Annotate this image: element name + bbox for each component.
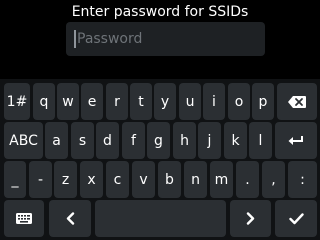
- keyboard-icon: [16, 213, 32, 224]
- key-y[interactable]: y: [154, 83, 176, 120]
- enter-icon: [288, 135, 303, 145]
- key-hyphen[interactable]: -: [29, 161, 52, 198]
- key-r[interactable]: r: [106, 83, 128, 120]
- chevron-right-icon: [246, 212, 255, 225]
- chevron-left-icon: [66, 212, 74, 225]
- key-w[interactable]: w: [57, 83, 79, 120]
- key-cursor-right[interactable]: [230, 200, 271, 237]
- key-f[interactable]: f: [122, 122, 145, 159]
- backspace-icon: [288, 95, 306, 108]
- key-space[interactable]: [95, 200, 226, 237]
- key-p[interactable]: p: [252, 83, 274, 120]
- on-screen-keyboard: 1# q w e r t y u i o p ABC a s d f g h j…: [0, 79, 320, 240]
- key-u[interactable]: u: [179, 83, 201, 120]
- key-l[interactable]: l: [249, 122, 272, 159]
- password-placeholder: Password: [77, 31, 143, 47]
- key-mode-letters[interactable]: ABC: [4, 122, 43, 159]
- key-confirm[interactable]: [275, 200, 317, 237]
- key-backspace[interactable]: [277, 83, 317, 120]
- key-q[interactable]: q: [33, 83, 55, 120]
- key-c[interactable]: c: [106, 161, 129, 198]
- key-z[interactable]: z: [54, 161, 77, 198]
- key-cursor-left[interactable]: [49, 200, 91, 237]
- key-h[interactable]: h: [173, 122, 196, 159]
- key-colon[interactable]: :: [288, 161, 317, 198]
- key-e[interactable]: e: [81, 83, 103, 120]
- key-m[interactable]: m: [210, 161, 233, 198]
- page-title: Enter password for SSIDs: [71, 4, 249, 20]
- key-a[interactable]: a: [45, 122, 68, 159]
- key-d[interactable]: d: [96, 122, 119, 159]
- key-i[interactable]: i: [203, 83, 225, 120]
- password-input[interactable]: Password: [66, 22, 265, 56]
- key-period[interactable]: .: [236, 161, 259, 198]
- key-g[interactable]: g: [147, 122, 170, 159]
- key-mode-numbers[interactable]: 1#: [4, 83, 30, 120]
- text-cursor: [74, 30, 76, 48]
- key-s[interactable]: s: [71, 122, 94, 159]
- key-t[interactable]: t: [130, 83, 152, 120]
- checkmark-icon: [288, 212, 304, 224]
- key-b[interactable]: b: [158, 161, 181, 198]
- key-v[interactable]: v: [132, 161, 155, 198]
- key-x[interactable]: x: [80, 161, 103, 198]
- key-hide-keyboard[interactable]: [4, 200, 44, 237]
- key-underscore[interactable]: _: [4, 161, 26, 198]
- key-j[interactable]: j: [198, 122, 221, 159]
- key-k[interactable]: k: [224, 122, 247, 159]
- key-n[interactable]: n: [184, 161, 207, 198]
- key-o[interactable]: o: [228, 83, 250, 120]
- key-comma[interactable]: ,: [262, 161, 285, 198]
- key-enter[interactable]: [275, 122, 317, 159]
